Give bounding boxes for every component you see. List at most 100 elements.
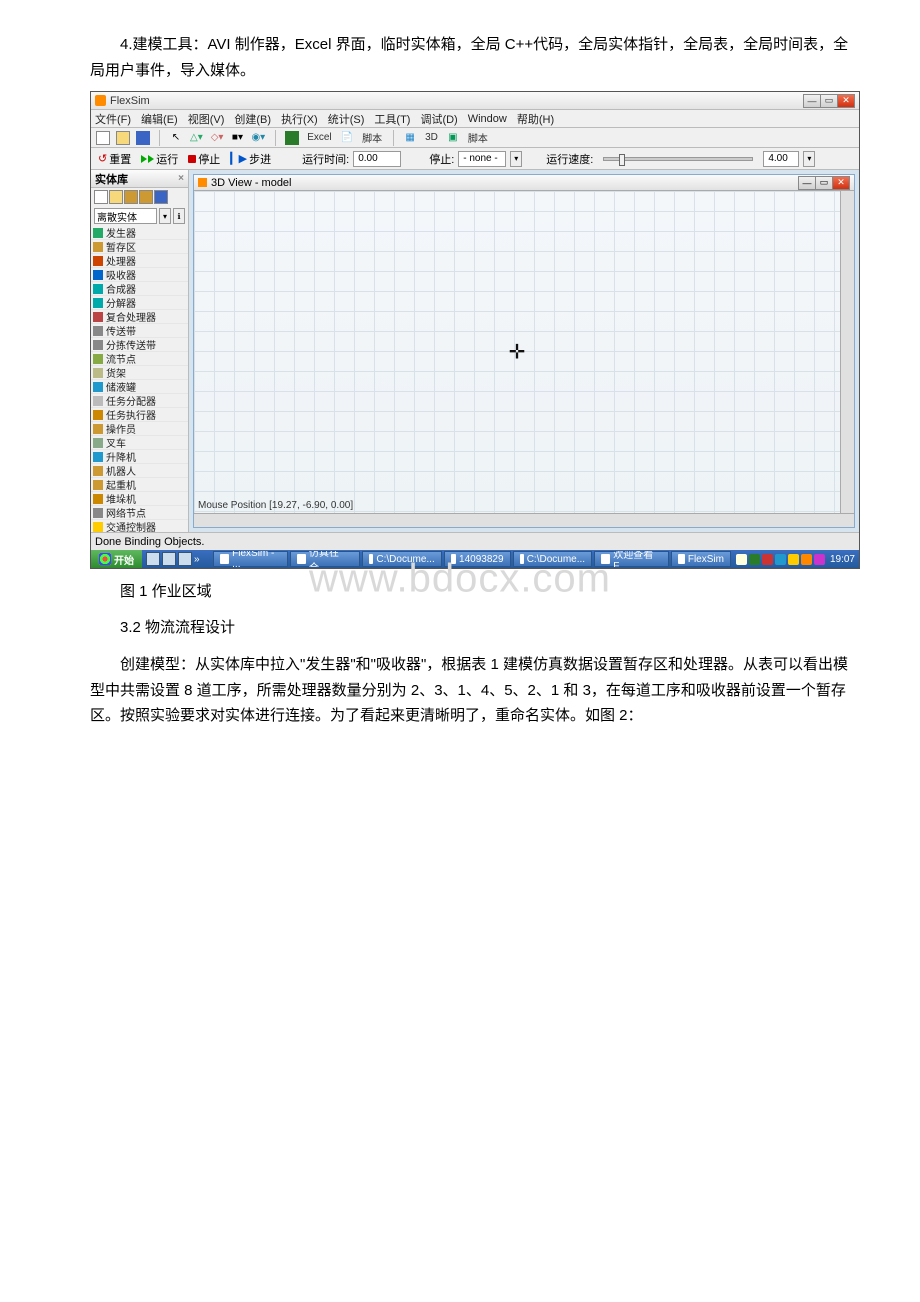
library-filter-extra-icon[interactable]: ℹ <box>173 208 185 224</box>
library-item[interactable]: 传送带 <box>91 324 188 338</box>
library-item[interactable]: 操作员 <box>91 422 188 436</box>
maximize-button[interactable]: ▭ <box>820 94 838 108</box>
step-button[interactable]: ▎▶步进 <box>227 151 274 167</box>
workspace: 实体库 × 离散实体 ▾ ℹ 发生器暂存区处理器吸收器合成器分解器复合处理器传送… <box>91 170 859 532</box>
stoptime-field[interactable]: - none - <box>458 151 506 167</box>
dropdown-a-icon[interactable]: △▾ <box>188 130 205 146</box>
library-item[interactable]: 处理器 <box>91 254 188 268</box>
menu-item[interactable]: 视图(V) <box>188 111 225 127</box>
box-tool-icon[interactable]: ■▾ <box>229 130 245 146</box>
library-item[interactable]: 任务分配器 <box>91 394 188 408</box>
dropdown-b-icon[interactable]: ◇▾ <box>209 130 226 146</box>
lib-ic5[interactable] <box>154 190 168 204</box>
menu-item[interactable]: 创建(B) <box>234 111 271 127</box>
runtime-field[interactable]: 0.00 <box>353 151 401 167</box>
taskbar-button[interactable]: FlexSim - ... <box>213 551 288 567</box>
view-minimize-button[interactable]: — <box>798 176 816 190</box>
library-item[interactable]: 升降机 <box>91 450 188 464</box>
ql-icon[interactable] <box>162 552 176 566</box>
save-file-icon[interactable] <box>136 131 150 145</box>
library-item[interactable]: 发生器 <box>91 226 188 240</box>
tray-icon[interactable] <box>801 554 812 565</box>
library-item[interactable]: 分解器 <box>91 296 188 310</box>
speed-dropdown-icon[interactable]: ▾ <box>803 151 815 167</box>
start-button[interactable]: 开始 <box>91 550 142 568</box>
taskbar-button[interactable]: 14093829 <box>444 551 511 567</box>
close-button[interactable]: ✕ <box>837 94 855 108</box>
output-icon[interactable]: ▣ <box>445 130 461 146</box>
speed-slider[interactable] <box>603 157 753 161</box>
tray-icon[interactable] <box>749 554 760 565</box>
taskbar-button[interactable]: 欢迎查看F... <box>594 551 669 567</box>
lib-ic1[interactable] <box>94 190 108 204</box>
library-close-icon[interactable]: × <box>178 173 184 184</box>
taskbar-button[interactable]: C:\Docume... <box>513 551 593 567</box>
library-item[interactable]: 任务执行器 <box>91 408 188 422</box>
library-item[interactable]: 储液罐 <box>91 380 188 394</box>
library-filter-combo[interactable]: 离散实体 <box>94 208 157 224</box>
taskbar-button[interactable]: FlexSim <box>671 551 731 567</box>
library-item[interactable]: 吸收器 <box>91 268 188 282</box>
library-item[interactable]: 叉车 <box>91 436 188 450</box>
view-maximize-button[interactable]: ▭ <box>815 176 833 190</box>
library-item[interactable]: 起重机 <box>91 478 188 492</box>
app-logo-icon <box>95 95 106 106</box>
3d-canvas[interactable]: ✛ Mouse Position [19.27, -6.90, 0.00] <box>194 191 840 513</box>
tray-icon[interactable] <box>762 554 773 565</box>
library-item[interactable]: 复合处理器 <box>91 310 188 324</box>
cursor-tool-icon[interactable]: ↖ <box>168 130 184 146</box>
library-item[interactable]: 流节点 <box>91 352 188 366</box>
library-item[interactable]: 分拣传送带 <box>91 338 188 352</box>
library-item[interactable]: 堆垛机 <box>91 492 188 506</box>
ql-icon[interactable] <box>178 552 192 566</box>
menu-item[interactable]: 文件(F) <box>95 111 131 127</box>
menu-item[interactable]: Window <box>468 113 507 125</box>
taskbar-button[interactable]: C:\Docume... <box>362 551 442 567</box>
ql-chevron-icon[interactable]: » <box>194 552 208 566</box>
menu-item[interactable]: 统计(S) <box>328 111 365 127</box>
excel-icon[interactable] <box>285 131 299 145</box>
run-button[interactable]: 运行 <box>138 151 181 167</box>
stop-button[interactable]: 停止 <box>185 151 223 167</box>
tray-icon[interactable] <box>775 554 786 565</box>
tray-icon[interactable] <box>788 554 799 565</box>
script-icon[interactable]: 📄 <box>339 130 355 146</box>
grid-icon[interactable]: ▦ <box>402 130 418 146</box>
library-item[interactable]: 合成器 <box>91 282 188 296</box>
menu-bar: 文件(F) 编辑(E) 视图(V) 创建(B) 执行(X) 统计(S) 工具(T) 调试(D)… <box>91 110 859 128</box>
tray-icon[interactable] <box>814 554 825 565</box>
shape-tool-icon[interactable]: ◉▾ <box>249 130 267 146</box>
lib-ic3[interactable] <box>124 190 138 204</box>
lib-ic2[interactable] <box>109 190 123 204</box>
view-close-button[interactable]: ✕ <box>832 176 850 190</box>
stoptime-dropdown-icon[interactable]: ▾ <box>510 151 522 167</box>
speed-field[interactable]: 4.00 <box>763 151 799 167</box>
library-filter-dropdown-icon[interactable]: ▾ <box>159 208 171 224</box>
library-item[interactable]: 暂存区 <box>91 240 188 254</box>
library-item-label: 分拣传送带 <box>106 337 156 352</box>
open-file-icon[interactable] <box>116 131 130 145</box>
menu-item[interactable]: 帮助(H) <box>517 111 554 127</box>
library-item-icon <box>93 522 103 532</box>
status-text: Done Binding Objects. <box>95 536 204 548</box>
minimize-button[interactable]: — <box>803 94 821 108</box>
horizontal-scrollbar[interactable] <box>194 513 854 527</box>
library-item-label: 货架 <box>106 365 126 380</box>
new-file-icon[interactable] <box>96 131 110 145</box>
library-item[interactable]: 货架 <box>91 366 188 380</box>
lib-ic4[interactable] <box>139 190 153 204</box>
ql-icon[interactable] <box>146 552 160 566</box>
menu-item[interactable]: 执行(X) <box>281 111 318 127</box>
tray-icon[interactable] <box>736 554 747 565</box>
reset-button[interactable]: ↺重置 <box>95 151 134 167</box>
menu-item[interactable]: 编辑(E) <box>141 111 178 127</box>
library-item[interactable]: 机器人 <box>91 464 188 478</box>
library-item[interactable]: 交通控制器 <box>91 520 188 532</box>
library-item[interactable]: 网络节点 <box>91 506 188 520</box>
taskbar-app-icon <box>451 554 456 564</box>
menu-item[interactable]: 调试(D) <box>420 111 457 127</box>
menu-item[interactable]: 工具(T) <box>374 111 410 127</box>
vertical-scrollbar[interactable] <box>840 191 854 513</box>
taskbar-button[interactable]: 仿真在仓... <box>290 551 360 567</box>
3d-view-titlebar: 3D View - model — ▭ ✕ <box>194 175 854 191</box>
